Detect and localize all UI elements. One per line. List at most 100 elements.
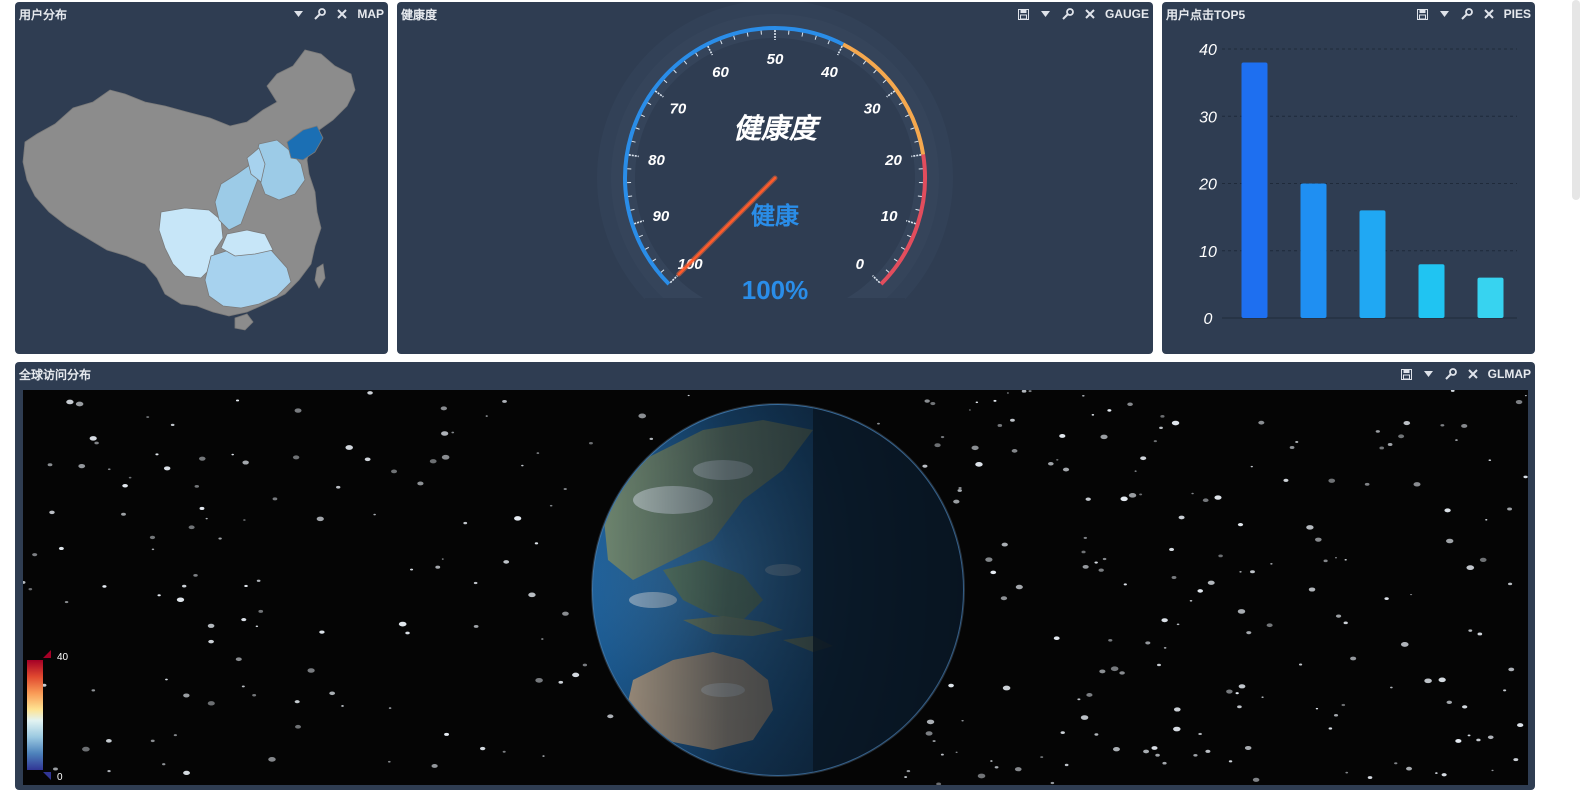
panel-toolbar: GLMAP xyxy=(1396,365,1531,383)
wrench-icon[interactable] xyxy=(309,5,331,23)
earth-globe[interactable] xyxy=(591,400,973,780)
star xyxy=(1487,735,1494,740)
star xyxy=(387,760,391,763)
star xyxy=(1400,642,1409,647)
bar-3[interactable] xyxy=(1359,210,1386,318)
bar-5[interactable] xyxy=(1477,277,1504,318)
star xyxy=(405,631,410,635)
star xyxy=(1237,522,1244,527)
page-scrollbar[interactable] xyxy=(1569,0,1583,795)
star xyxy=(32,553,38,557)
star xyxy=(1059,434,1066,438)
star xyxy=(1173,726,1181,732)
star xyxy=(1198,732,1202,736)
y-tick-label: 40 xyxy=(1199,42,1217,59)
star xyxy=(150,739,155,743)
star xyxy=(1246,631,1252,635)
save-icon[interactable] xyxy=(1396,365,1418,383)
star xyxy=(1119,671,1125,675)
star xyxy=(563,487,567,491)
star xyxy=(235,657,242,662)
star xyxy=(542,755,545,757)
y-tick-label: 30 xyxy=(1199,109,1217,126)
bar-2[interactable] xyxy=(1300,183,1327,319)
star xyxy=(1064,763,1069,767)
wrench-icon[interactable] xyxy=(1440,365,1462,383)
star xyxy=(1450,390,1455,392)
bar-chart: 0 10 20 30 40 xyxy=(1198,42,1517,328)
bar-4[interactable] xyxy=(1418,264,1445,318)
star xyxy=(388,707,392,709)
star xyxy=(514,516,522,521)
star xyxy=(82,746,90,752)
map-region-default[interactable] xyxy=(314,263,326,289)
star xyxy=(687,394,690,397)
star xyxy=(199,456,206,461)
caret-down-icon[interactable] xyxy=(1418,365,1440,383)
gauge-tick-label: 40 xyxy=(820,64,838,81)
star xyxy=(1159,426,1163,430)
star xyxy=(1438,677,1446,683)
star xyxy=(242,460,249,465)
star xyxy=(993,399,997,402)
star xyxy=(1477,632,1483,636)
star xyxy=(1047,461,1054,466)
bar-1[interactable] xyxy=(1241,62,1268,319)
star xyxy=(1163,647,1167,649)
star xyxy=(272,497,278,501)
star xyxy=(146,416,150,418)
map-region-low[interactable] xyxy=(220,229,274,257)
chart-type-label[interactable]: MAP xyxy=(357,7,384,21)
scrollbar-thumb[interactable] xyxy=(1572,0,1580,200)
star xyxy=(975,462,983,467)
star xyxy=(1157,663,1161,667)
star xyxy=(205,517,208,520)
star xyxy=(155,453,159,456)
star xyxy=(345,445,353,450)
star xyxy=(105,739,112,743)
star xyxy=(1145,641,1151,645)
star xyxy=(1335,614,1342,618)
star xyxy=(904,776,908,778)
globe-viewport[interactable]: 40 0 xyxy=(23,390,1528,785)
star xyxy=(932,740,936,743)
star xyxy=(1002,685,1011,691)
star xyxy=(558,680,564,684)
star xyxy=(208,639,214,644)
star xyxy=(367,391,373,395)
star xyxy=(1176,623,1180,626)
star xyxy=(990,760,993,762)
star xyxy=(1398,434,1405,439)
star xyxy=(183,693,190,698)
star xyxy=(994,766,999,769)
star xyxy=(535,677,543,683)
star xyxy=(94,441,99,445)
caret-down-icon[interactable] xyxy=(287,5,309,23)
star xyxy=(948,683,954,688)
star xyxy=(1205,749,1211,753)
star xyxy=(549,504,553,507)
chart-type-label[interactable]: GLMAP xyxy=(1488,367,1531,381)
star xyxy=(1485,519,1488,521)
map-region-default[interactable] xyxy=(234,313,254,331)
star xyxy=(588,442,593,445)
star xyxy=(121,512,126,516)
star xyxy=(292,455,300,460)
star xyxy=(75,401,84,407)
star xyxy=(1289,446,1295,450)
star xyxy=(1298,663,1303,666)
star xyxy=(958,486,962,490)
close-icon[interactable] xyxy=(1462,365,1484,383)
star xyxy=(1173,707,1181,712)
star xyxy=(1081,550,1086,554)
gauge-tick-label: 70 xyxy=(670,100,687,117)
close-icon[interactable] xyxy=(331,5,353,23)
star xyxy=(1169,547,1175,552)
star xyxy=(1086,693,1093,697)
star xyxy=(241,618,247,622)
star xyxy=(1128,493,1137,498)
visual-map-legend[interactable]: 40 0 xyxy=(27,650,69,783)
star xyxy=(1202,498,1209,503)
health-gauge-panel: 健康度 GAUGE 0102030405060708090100 健康度 健康 … xyxy=(397,2,1153,354)
star xyxy=(429,459,437,464)
